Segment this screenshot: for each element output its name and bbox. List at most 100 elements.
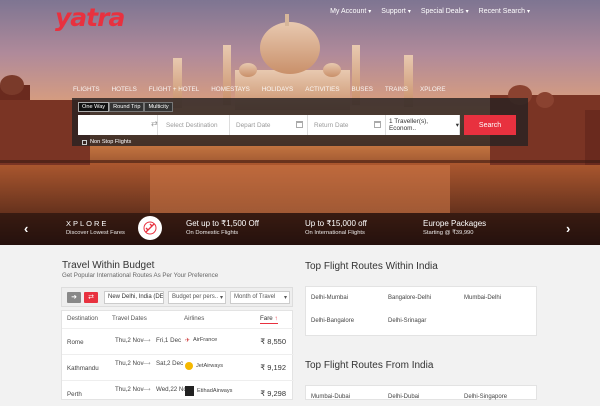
calendar-icon [296, 121, 303, 128]
product-tabs: Flights Hotels Flight + Hotel Homestays … [73, 86, 446, 93]
promo-xplore[interactable]: XPLORE Discover Lowest Fares [66, 213, 125, 245]
route-link[interactable]: Delhi-Mumbai [311, 295, 348, 301]
col-fare[interactable]: Fare ↑ [260, 315, 278, 324]
tab-hotels[interactable]: Hotels [112, 86, 137, 93]
flight-off-icon [138, 216, 162, 240]
from-city-input[interactable]: New Delhi, India (DEL) [104, 291, 164, 304]
budget-select[interactable]: Budget per pers.. [168, 291, 226, 304]
col-destination: Destination [67, 315, 98, 322]
row-airline: AirFrance [193, 337, 218, 343]
hero-banner: yatra My Account Support Special Deals R… [0, 0, 600, 245]
route-link[interactable]: Mumbai-Dubai [311, 394, 350, 400]
promo-subtitle: Discover Lowest Fares [66, 230, 125, 236]
promo-domestic[interactable]: Get up to ₹1,500 Off On Domestic Flights [186, 213, 259, 245]
route-link[interactable]: Bangalore-Delhi [388, 295, 431, 301]
checkbox-box[interactable] [82, 139, 87, 145]
within-india-routes: Delhi-Mumbai Bangalore-Delhi Mumbai-Delh… [305, 286, 537, 336]
tab-activities[interactable]: Activities [305, 86, 339, 93]
travellers-select[interactable]: 1 Traveller(s), Econom.. ▾ [386, 115, 460, 135]
row-outbound-date: Thu,2 Nov [115, 360, 144, 367]
route-link[interactable]: Delhi-Dubai [388, 394, 419, 400]
row-airline: EtihadAirways [197, 388, 233, 394]
swap-icon[interactable]: ⇄ [84, 292, 98, 303]
airline-logo-icon [185, 362, 193, 370]
col-airlines: Airlines [184, 315, 205, 322]
month-select[interactable]: Month of Travel [230, 291, 290, 304]
promo-international[interactable]: Up to ₹15,000 off On International Fligh… [305, 213, 367, 245]
promo-title: XPLORE [66, 219, 109, 228]
depart-date-placeholder: Depart Date [236, 121, 271, 129]
route-link[interactable]: Delhi-Srinagar [388, 318, 426, 324]
row-airline: JetAirways [196, 363, 224, 369]
arrow-right-icon[interactable]: ➜ [67, 292, 81, 303]
tab-buses[interactable]: Buses [352, 86, 373, 93]
row-destination: Perth [67, 391, 82, 398]
support-menu[interactable]: Support [381, 8, 411, 15]
row-outbound-date: Thu,2 Nov [115, 386, 144, 393]
arrow-right-icon: ⟶ [142, 386, 151, 393]
tab-homestays[interactable]: Homestays [211, 86, 250, 93]
flight-search-box: One Way Round Trip Multicity Select Dest… [72, 98, 528, 146]
return-date-placeholder: Return Date [314, 121, 349, 129]
row-destination: Kathmandu [67, 365, 99, 372]
tab-flights[interactable]: Flights [73, 86, 100, 93]
chevron-down-icon: ▾ [455, 122, 459, 129]
route-link[interactable]: Delhi-Bangalore [311, 318, 354, 324]
swap-icon[interactable]: ⇄ [151, 119, 158, 128]
round-trip-option[interactable]: Round Trip [109, 102, 145, 112]
promo-title: Europe Packages [423, 219, 487, 228]
promo-title: Up to ₹15,000 off [305, 219, 367, 228]
travellers-value: 1 Traveller(s), Econom.. [389, 118, 429, 132]
destination-field[interactable]: Select Destination [158, 115, 230, 135]
search-button[interactable]: Search [464, 115, 516, 135]
row-fare: ₹ 9,298 [260, 389, 286, 398]
top-navigation: My Account Support Special Deals Recent … [330, 8, 530, 15]
tab-flight-hotel[interactable]: Flight + Hotel [149, 86, 199, 93]
depart-date-field[interactable]: Depart Date [230, 115, 308, 135]
special-deals-menu[interactable]: Special Deals [421, 8, 469, 15]
budget-filters: ➜ ⇄ New Delhi, India (DEL) Budget per pe… [61, 287, 293, 307]
tab-holidays[interactable]: Holidays [262, 86, 293, 93]
budget-subtitle: Get Popular International Routes As Per … [62, 272, 219, 279]
search-fields-row: Select Destination Depart Date Return Da… [78, 115, 516, 135]
row-return-date: Sat,2 Dec [156, 360, 184, 367]
col-travel-dates: Travel Dates [112, 315, 147, 322]
my-account-menu[interactable]: My Account [330, 8, 371, 15]
promo-europe[interactable]: Europe Packages Starting @ ₹39,990 [423, 213, 486, 245]
budget-title: Travel Within Budget [62, 260, 155, 271]
multicity-option[interactable]: Multicity [144, 102, 173, 112]
yatra-logo[interactable]: yatra [55, 3, 125, 32]
nonstop-checkbox[interactable]: Non Stop Flights [82, 139, 131, 145]
tab-trains[interactable]: Trains [385, 86, 408, 93]
sort-up-icon: ↑ [272, 315, 278, 322]
row-fare: ₹ 9,192 [260, 363, 286, 372]
table-row[interactable]: Rome Thu,2 Nov ⟶ Fri,1 Dec ✈ AirFrance ₹… [62, 328, 294, 354]
trip-type-selector: One Way Round Trip Multicity [78, 102, 173, 112]
nonstop-label: Non Stop Flights [90, 139, 132, 145]
calendar-icon [374, 121, 381, 128]
return-date-field[interactable]: Return Date [308, 115, 386, 135]
promo-subtitle: Starting @ ₹39,990 [423, 230, 474, 236]
one-way-option[interactable]: One Way [78, 102, 110, 112]
col-fare-label: Fare [260, 315, 273, 322]
airline-logo-icon: ✈ [185, 337, 191, 344]
origin-field[interactable] [78, 115, 158, 135]
carousel-next-icon[interactable]: › [566, 221, 570, 236]
table-row[interactable]: Perth Thu,2 Nov ⟶ Wed,22 Nov EtihadAirwa… [62, 380, 294, 406]
arrow-right-icon: ⟶ [142, 360, 151, 367]
row-destination: Rome [67, 339, 84, 346]
from-india-routes: Mumbai-Dubai Delhi-Dubai Delhi-Singapore [305, 385, 537, 400]
carousel-prev-icon[interactable]: ‹ [24, 221, 28, 236]
promo-title: Get up to ₹1,500 Off [186, 219, 259, 228]
tab-xplore[interactable]: Xplore [420, 86, 446, 93]
promo-subtitle: On Domestic Flights [186, 230, 239, 236]
route-link[interactable]: Delhi-Singapore [464, 394, 507, 400]
recent-search-menu[interactable]: Recent Search [479, 8, 530, 15]
row-return-date: Fri,1 Dec [156, 337, 182, 344]
from-india-title: Top Flight Routes From India [305, 360, 434, 371]
promo-subtitle: On International Flights [305, 230, 365, 236]
table-row[interactable]: Kathmandu Thu,2 Nov ⟶ Sat,2 Dec JetAirwa… [62, 354, 294, 380]
budget-table: Destination Travel Dates Airlines Fare ↑… [61, 310, 294, 400]
route-link[interactable]: Mumbai-Delhi [464, 295, 501, 301]
airline-logo-icon [185, 386, 194, 396]
